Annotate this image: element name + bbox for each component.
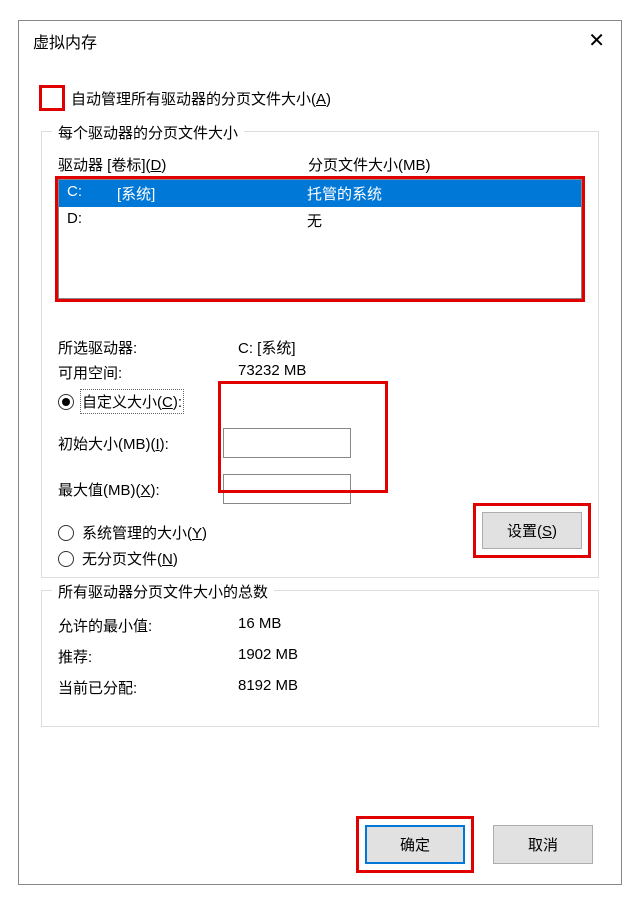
drive-list[interactable]: C: [系统] 托管的系统 D: 无 (58, 179, 582, 299)
selected-drive-info: 所选驱动器: C: [系统] 可用空间: 73232 MB (58, 337, 582, 383)
system-managed-label: 系统管理的大小(Y) (82, 522, 207, 543)
titlebar: 虚拟内存 ✕ (19, 21, 621, 59)
window-title: 虚拟内存 (33, 29, 97, 53)
header-drive: 驱动器 [卷标](D) (58, 154, 308, 175)
drive-row[interactable]: D: 无 (59, 207, 581, 234)
min-value: 16 MB (238, 615, 582, 636)
auto-manage-label: 自动管理所有驱动器的分页文件大小(A) (71, 88, 331, 109)
radio-icon (58, 525, 74, 541)
drive-label: [系统] (117, 183, 155, 204)
drive-letter: C: (67, 183, 117, 204)
drive-row[interactable]: C: [系统] 托管的系统 (59, 180, 581, 207)
set-button[interactable]: 设置(S) (482, 512, 582, 549)
drive-list-headers: 驱动器 [卷标](D) 分页文件大小(MB) (58, 154, 582, 175)
custom-size-label: 自定义大小(C): (82, 391, 182, 412)
max-size-input[interactable] (223, 474, 351, 504)
initial-size-input[interactable] (223, 428, 351, 458)
selected-drive-label: 所选驱动器: (58, 337, 238, 358)
initial-size-label: 初始大小(MB)(I): (58, 433, 223, 454)
totals-group-title: 所有驱动器分页文件大小的总数 (52, 581, 274, 602)
drive-size: 托管的系统 (307, 183, 573, 204)
auto-manage-checkbox[interactable] (41, 87, 63, 109)
radio-icon (58, 551, 74, 567)
cur-label: 当前已分配: (58, 677, 238, 698)
drive-letter: D: (67, 210, 117, 231)
no-paging-radio[interactable]: 无分页文件(N) (58, 548, 582, 569)
free-space-label: 可用空间: (58, 362, 238, 383)
virtual-memory-dialog: 虚拟内存 ✕ 自动管理所有驱动器的分页文件大小(A) 每个驱动器的分页文件大小 … (18, 20, 622, 885)
drives-groupbox: 每个驱动器的分页文件大小 驱动器 [卷标](D) 分页文件大小(MB) C: [… (41, 131, 599, 578)
cur-value: 8192 MB (238, 677, 582, 698)
min-label: 允许的最小值: (58, 615, 238, 636)
max-size-label: 最大值(MB)(X): (58, 479, 223, 500)
drives-group-title: 每个驱动器的分页文件大小 (52, 122, 244, 143)
cancel-button[interactable]: 取消 (493, 825, 593, 864)
drive-size: 无 (307, 210, 573, 231)
no-paging-label: 无分页文件(N) (82, 548, 178, 569)
auto-manage-checkbox-row[interactable]: 自动管理所有驱动器的分页文件大小(A) (41, 87, 599, 109)
dialog-buttons: 确定 取消 (41, 825, 599, 864)
custom-size-radio[interactable]: 自定义大小(C): (58, 391, 582, 412)
header-size: 分页文件大小(MB) (308, 154, 582, 175)
free-space-value: 73232 MB (238, 362, 582, 383)
rec-label: 推荐: (58, 646, 238, 667)
selected-drive-value: C: [系统] (238, 337, 582, 358)
rec-value: 1902 MB (238, 646, 582, 667)
radio-icon (58, 394, 74, 410)
custom-size-area: 自定义大小(C): 初始大小(MB)(I): 最大值(MB)(X): (58, 391, 582, 504)
totals-groupbox: 所有驱动器分页文件大小的总数 允许的最小值: 16 MB 推荐: 1902 MB… (41, 590, 599, 727)
close-icon[interactable]: ✕ (582, 31, 611, 51)
ok-button[interactable]: 确定 (365, 825, 465, 864)
